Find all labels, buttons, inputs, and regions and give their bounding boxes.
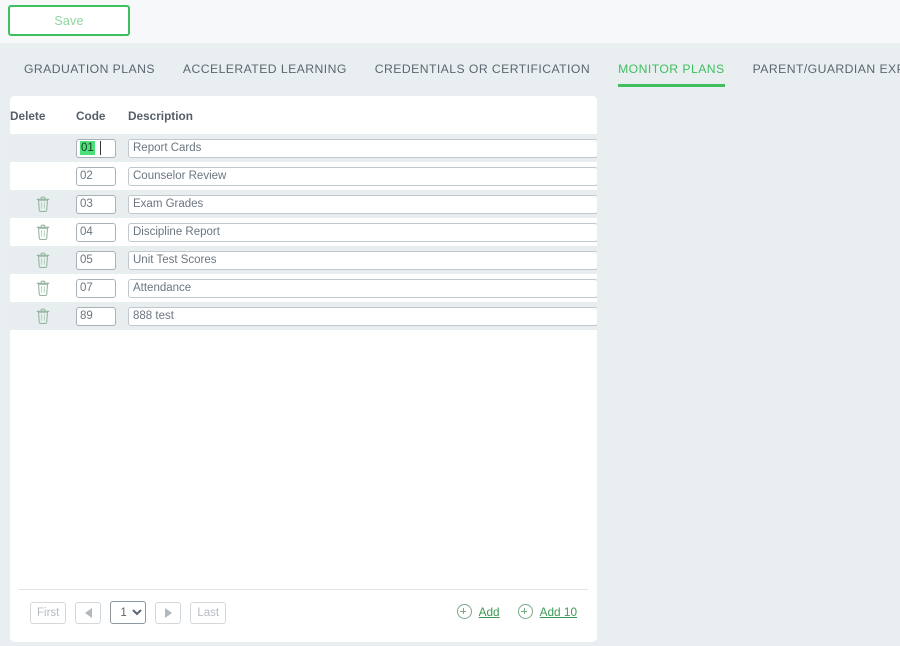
pagination-first-button[interactable]: First [30,601,67,624]
tab-credentials-or-certification[interactable]: CREDENTIALS OR CERTIFICATION [375,61,590,87]
code-input[interactable] [76,194,116,214]
description-input[interactable] [128,278,597,298]
delete-row-icon[interactable] [36,252,50,268]
code-input[interactable] [76,138,116,158]
cell-delete [10,134,76,162]
cell-code [76,162,128,190]
column-header-code: Code [76,96,128,134]
add-ten-rows-button[interactable]: Add 10 [517,604,577,619]
table-row: 01 [10,134,597,162]
code-input-wrapper: 01 [76,138,116,158]
description-input[interactable] [128,306,597,326]
table-row [10,190,597,218]
tab-accelerated-learning[interactable]: ACCELERATED LEARNING [183,61,347,87]
table-row [10,246,597,274]
text-caret [100,141,101,156]
code-input[interactable] [76,306,116,326]
delete-row-icon[interactable] [36,308,50,324]
monitor-plans-panel: Delete Code Description 01 01 Report Car… [10,96,597,642]
toolbar: Save [0,0,900,44]
delete-row-icon[interactable] [36,280,50,296]
cell-code [76,274,128,302]
description-input[interactable] [128,194,597,214]
pagination-last-button[interactable]: Last [190,601,227,624]
monitor-plans-table: Delete Code Description 01 [10,96,597,330]
add-row-label: Add [478,604,500,619]
plus-circle-icon [456,604,472,619]
page-number-select[interactable]: 1 [110,601,147,624]
cell-delete [10,190,76,218]
cell-description [128,218,597,246]
add-row-button[interactable]: Add [456,604,500,619]
save-button[interactable]: Save [8,5,130,36]
pagination-controls: First 1 Last [30,601,227,624]
cell-code [76,246,128,274]
table-header-row: Delete Code Description [10,96,597,134]
pagination-prev-button[interactable] [75,601,102,624]
table-body: 01 [10,134,597,330]
delete-row-icon[interactable] [36,196,50,212]
cell-description [128,134,597,162]
plus-circle-icon [517,604,533,619]
tab-monitor-plans[interactable]: MONITOR PLANS [618,61,725,87]
grid-scroll-area: Delete Code Description 01 [10,96,597,589]
tab-graduation-plans[interactable]: GRADUATION PLANS [24,61,155,87]
cell-code [76,190,128,218]
cell-description [128,162,597,190]
code-input[interactable] [76,278,116,298]
add-actions: Add Add 10 [456,604,577,619]
cell-description [128,302,597,330]
table-row [10,218,597,246]
description-input[interactable] [128,138,597,158]
description-input[interactable] [128,166,597,186]
cell-delete [10,162,76,190]
cell-code [76,302,128,330]
table-head: Delete Code Description [10,96,597,134]
tab-parent-guardian-expectations[interactable]: PARENT/GUARDIAN EXPECTATIONS [753,61,900,87]
pagination-next-button[interactable] [155,601,182,624]
delete-row-icon[interactable] [36,224,50,240]
tab-strip-container: GRADUATION PLANS ACCELERATED LEARNING CR… [0,44,900,646]
code-input[interactable] [76,222,116,242]
cell-description [128,274,597,302]
description-input[interactable] [128,222,597,242]
add-ten-rows-label: Add 10 [539,604,577,619]
cell-code [76,218,128,246]
cell-delete [10,218,76,246]
panel-footer: First 1 Last Add Add 10 [10,590,597,642]
column-header-description: Description [128,96,597,134]
cell-code: 01 [76,134,128,162]
table-row [10,274,597,302]
description-input[interactable] [128,250,597,270]
cell-delete [10,302,76,330]
table-row [10,162,597,190]
code-input[interactable] [76,250,116,270]
cell-delete [10,246,76,274]
cell-description [128,246,597,274]
arrow-left-icon [84,607,92,618]
table-row [10,302,597,330]
cell-delete [10,274,76,302]
tab-bar: GRADUATION PLANS ACCELERATED LEARNING CR… [0,61,900,97]
code-input[interactable] [76,166,116,186]
cell-description [128,190,597,218]
arrow-right-icon [164,607,172,618]
column-header-delete: Delete [10,96,76,134]
